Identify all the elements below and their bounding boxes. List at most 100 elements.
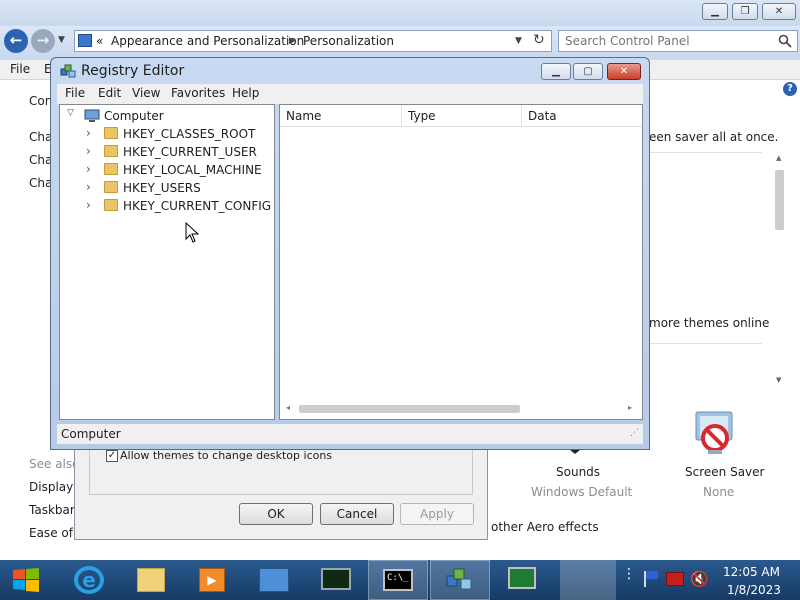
tree-item-hkey-current-user[interactable]: › HKEY_CURRENT_USER xyxy=(60,143,274,161)
expand-chevron-icon[interactable]: › xyxy=(86,162,96,176)
left-link[interactable]: Con xyxy=(29,94,52,108)
collapse-chevron-icon[interactable]: ▽ xyxy=(67,108,74,118)
reg-close-button[interactable]: ✕ xyxy=(607,63,641,80)
scroll-left-icon[interactable]: ◂ xyxy=(286,403,290,412)
folder-icon xyxy=(104,181,118,193)
taskbar-internet-explorer[interactable]: e xyxy=(60,560,120,600)
expand-chevron-icon[interactable]: › xyxy=(86,198,96,212)
tree-item-computer[interactable]: ▽ Computer xyxy=(60,107,274,125)
scroll-down-icon[interactable]: ▼ xyxy=(776,376,781,384)
expand-chevron-icon[interactable]: › xyxy=(86,180,96,194)
screen-saver-description: een saver all at once. xyxy=(649,130,779,144)
get-more-themes-link[interactable]: more themes online xyxy=(649,316,769,330)
clock-date[interactable]: 1/8/2023 xyxy=(727,583,781,597)
recent-pages-chevron-icon[interactable]: ▼ xyxy=(58,35,65,45)
allow-themes-label[interactable]: Allow themes to change desktop icons xyxy=(120,449,332,462)
refresh-icon[interactable]: ↻ xyxy=(533,32,545,48)
menu-edit[interactable]: Edit xyxy=(98,86,121,100)
left-link[interactable]: Cha xyxy=(29,153,52,167)
menu-help[interactable]: Help xyxy=(232,86,259,100)
tree-item-label[interactable]: HKEY_LOCAL_MACHINE xyxy=(123,163,262,177)
sounds-label[interactable]: Sounds xyxy=(556,465,600,479)
forward-button[interactable]: → xyxy=(31,29,55,53)
taskbar-control-panel[interactable] xyxy=(244,560,304,600)
scroll-right-icon[interactable]: ▸ xyxy=(628,403,632,412)
screen-saver-value: None xyxy=(703,485,735,499)
navigation-bar: ← → ▼ « Appearance and Personalization ▶… xyxy=(0,26,800,60)
allow-themes-checkbox[interactable]: ✓ xyxy=(106,450,118,462)
menu-view[interactable]: View xyxy=(132,86,160,100)
tree-item-label[interactable]: HKEY_USERS xyxy=(123,181,201,195)
scrollbar-thumb[interactable] xyxy=(775,170,784,230)
left-link[interactable]: Cha xyxy=(29,130,52,144)
address-dropdown-icon[interactable]: ▼ xyxy=(515,36,522,46)
tree-item-label[interactable]: HKEY_CLASSES_ROOT xyxy=(123,127,255,141)
tree-item-label[interactable]: Computer xyxy=(104,109,164,123)
search-icon[interactable] xyxy=(778,34,792,48)
close-button[interactable]: ✕ xyxy=(762,3,796,20)
reg-maximize-button[interactable]: ▢ xyxy=(573,63,603,80)
expand-chevron-icon[interactable]: › xyxy=(86,144,96,158)
cancel-button[interactable]: Cancel xyxy=(320,503,394,525)
search-box[interactable] xyxy=(558,30,798,52)
screen-saver-icon[interactable] xyxy=(690,410,740,458)
start-button[interactable] xyxy=(0,560,52,600)
see-also-heading: See also xyxy=(29,457,80,471)
scroll-up-icon[interactable]: ▲ xyxy=(776,154,781,162)
status-path: Computer xyxy=(61,427,121,441)
registry-editor-icon xyxy=(446,568,472,590)
menu-file[interactable]: File xyxy=(65,86,85,100)
taskbar-command-prompt[interactable]: C:\_ xyxy=(368,560,428,600)
breadcrumb-chevron-icon[interactable]: ▶ xyxy=(289,36,296,46)
expand-chevron-icon[interactable]: › xyxy=(86,126,96,140)
menu-favorites[interactable]: Favorites xyxy=(171,86,225,100)
tree-item-label[interactable]: HKEY_CURRENT_CONFIG xyxy=(123,199,271,213)
help-icon[interactable]: ? xyxy=(783,82,797,96)
restore-button[interactable]: ❐ xyxy=(732,3,758,20)
left-link[interactable]: Cha xyxy=(29,176,52,190)
flag-icon[interactable] xyxy=(644,571,658,587)
address-overflow[interactable]: « xyxy=(96,34,103,48)
taskbar: e ▶ C:\_ ⋮ 🔇 12:05 AM 1/8/2023 xyxy=(0,560,800,600)
see-also-display[interactable]: Display xyxy=(29,480,73,494)
menu-file[interactable]: File xyxy=(10,62,30,76)
windows-logo-icon xyxy=(13,568,39,592)
tree-item-hkey-local-machine[interactable]: › HKEY_LOCAL_MACHINE xyxy=(60,161,274,179)
breadcrumb-appearance[interactable]: Appearance and Personalization xyxy=(111,34,304,48)
column-header-data[interactable]: Data xyxy=(522,105,642,127)
tree-item-hkey-classes-root[interactable]: › HKEY_CLASSES_ROOT xyxy=(60,125,274,143)
registry-tree: ▽ Computer › HKEY_CLASSES_ROOT › HKEY_CU… xyxy=(59,104,275,420)
horizontal-scrollbar[interactable]: ◂ ▸ xyxy=(282,401,640,417)
search-input[interactable] xyxy=(559,31,764,51)
tree-item-label[interactable]: HKEY_CURRENT_USER xyxy=(123,145,257,159)
taskbar-media-player[interactable]: ▶ xyxy=(182,560,242,600)
resize-grip-icon[interactable]: ⋰ xyxy=(630,428,639,438)
minimize-button[interactable]: ▁ xyxy=(702,3,728,20)
tree-item-hkey-current-config[interactable]: › HKEY_CURRENT_CONFIG xyxy=(60,197,274,215)
control-panel-title-bar: ▁ ❐ ✕ xyxy=(0,0,800,26)
column-header-type[interactable]: Type xyxy=(402,105,522,127)
remote-desktop-icon xyxy=(508,567,536,589)
back-button[interactable]: ← xyxy=(4,29,28,53)
horizontal-scrollbar-thumb[interactable] xyxy=(299,405,520,413)
show-hidden-icons-icon[interactable]: ⋮ xyxy=(622,567,636,581)
breadcrumb-personalization[interactable]: Personalization xyxy=(303,34,394,48)
address-bar[interactable]: « Appearance and Personalization ▶ Perso… xyxy=(74,30,552,52)
column-header-name[interactable]: Name xyxy=(280,105,402,127)
tree-item-hkey-users[interactable]: › HKEY_USERS xyxy=(60,179,274,197)
speaker-icon[interactable]: 🔇 xyxy=(690,570,709,588)
control-panel-icon xyxy=(259,568,289,592)
taskbar-task-manager[interactable] xyxy=(306,560,366,600)
ok-button[interactable]: OK xyxy=(239,503,313,525)
network-icon[interactable] xyxy=(666,572,684,586)
taskbar-remote-desktop[interactable] xyxy=(492,560,552,600)
screen-saver-label[interactable]: Screen Saver xyxy=(685,465,764,479)
taskbar-file-explorer[interactable] xyxy=(121,560,181,600)
vertical-scrollbar[interactable]: ▲ ▼ xyxy=(771,152,789,388)
taskbar-registry-editor[interactable] xyxy=(430,560,490,600)
reg-minimize-button[interactable]: ▁ xyxy=(541,63,571,80)
folder-icon xyxy=(104,127,118,139)
apply-button[interactable]: Apply xyxy=(400,503,474,525)
clock-time[interactable]: 12:05 AM xyxy=(723,565,780,579)
taskbar-empty-slot[interactable] xyxy=(560,560,616,600)
